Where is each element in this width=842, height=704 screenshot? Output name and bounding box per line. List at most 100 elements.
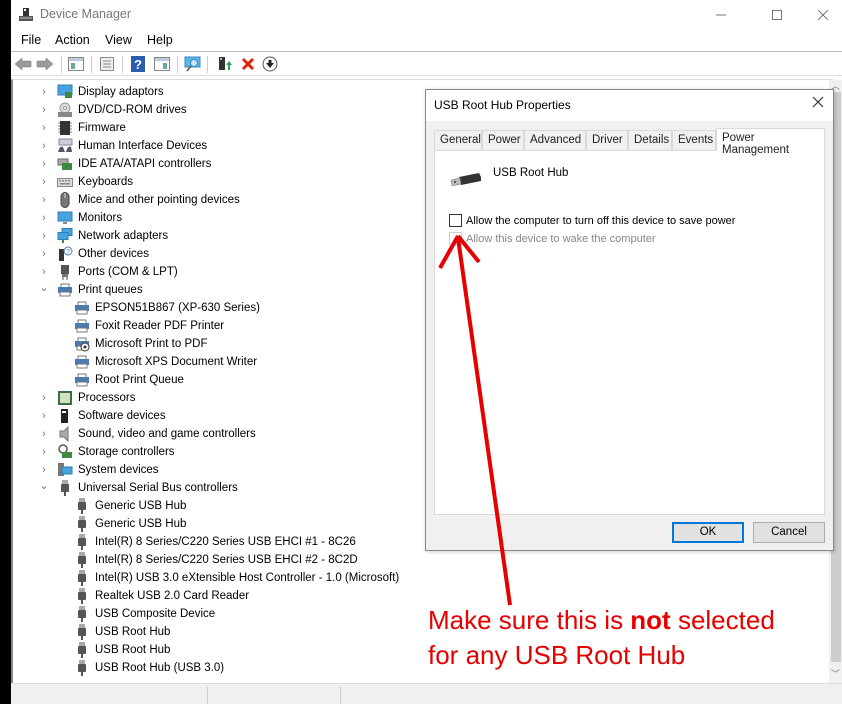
- tree-device[interactable]: Microsoft XPS Document Writer: [74, 353, 257, 371]
- cancel-button[interactable]: Cancel: [753, 522, 825, 543]
- chevron-right-icon[interactable]: ›: [39, 158, 49, 170]
- tab-events[interactable]: Events: [672, 130, 716, 150]
- chevron-right-icon[interactable]: ›: [39, 104, 49, 116]
- allow-turn-off-label[interactable]: Allow the computer to turn off this devi…: [466, 215, 735, 227]
- dialog-close-button[interactable]: [811, 95, 825, 114]
- chevron-right-icon[interactable]: ›: [39, 248, 49, 260]
- tree-device[interactable]: USB Root Hub: [74, 623, 170, 641]
- tree-category[interactable]: › Firmware: [39, 119, 126, 137]
- tree-device[interactable]: EPSON51B867 (XP-630 Series): [74, 299, 260, 317]
- forward-icon[interactable]: [36, 55, 54, 73]
- tree-device[interactable]: USB Root Hub (USB 3.0): [74, 659, 224, 677]
- tree-device[interactable]: Generic USB Hub: [74, 515, 186, 533]
- chevron-right-icon[interactable]: ›: [39, 86, 49, 98]
- chevron-right-icon[interactable]: ›: [39, 230, 49, 242]
- tree-item-label: IDE ATA/ATAPI controllers: [78, 158, 212, 170]
- chevron-right-icon[interactable]: ›: [39, 266, 49, 278]
- tree-category[interactable]: ⌄ Universal Serial Bus controllers: [39, 479, 238, 497]
- tab-power-management[interactable]: Power Management: [716, 128, 825, 156]
- back-icon[interactable]: [14, 55, 32, 73]
- tree-category[interactable]: › Storage controllers: [39, 443, 175, 461]
- tab-general[interactable]: General: [434, 130, 482, 150]
- chevron-right-icon[interactable]: ›: [39, 122, 49, 134]
- tab-details[interactable]: Details: [628, 130, 672, 150]
- tree-category[interactable]: › DVD/CD-ROM drives: [39, 101, 187, 119]
- chevron-right-icon[interactable]: ›: [39, 176, 49, 188]
- tree-device[interactable]: Foxit Reader PDF Printer: [74, 317, 224, 335]
- minimize-button[interactable]: [698, 0, 744, 30]
- tree-device[interactable]: Microsoft Print to PDF: [74, 335, 207, 353]
- display-adapter-icon: [57, 84, 73, 100]
- tree-item-label: Generic USB Hub: [95, 518, 187, 530]
- chevron-down-icon[interactable]: ⌄: [39, 281, 49, 294]
- scan-hardware-icon[interactable]: [184, 55, 202, 73]
- allow-wake-option: Allow this device to wake the computer: [449, 232, 656, 245]
- menu-action[interactable]: Action: [55, 33, 90, 47]
- printer-default-icon: [74, 336, 90, 352]
- tree-category[interactable]: › Network adapters: [39, 227, 168, 245]
- dvd-drive-icon: [57, 102, 73, 118]
- maximize-button[interactable]: [754, 0, 800, 30]
- printer-icon: [74, 300, 90, 316]
- tree-category[interactable]: › Monitors: [39, 209, 122, 227]
- tree-category[interactable]: › Mice and other pointing devices: [39, 191, 240, 209]
- chevron-right-icon[interactable]: ›: [39, 392, 49, 404]
- show-hide-console-tree-icon[interactable]: [67, 55, 85, 73]
- firmware-chip-icon: [57, 120, 73, 136]
- usb-icon: [74, 552, 90, 568]
- close-window-button[interactable]: [800, 0, 842, 30]
- chevron-right-icon[interactable]: ›: [39, 428, 49, 440]
- tree-category[interactable]: ›? Other devices: [39, 245, 149, 263]
- help-icon[interactable]: ?: [129, 55, 147, 73]
- tree-category[interactable]: › Sound, video and game controllers: [39, 425, 256, 443]
- menu-view[interactable]: View: [105, 33, 132, 47]
- tree-category[interactable]: › Processors: [39, 389, 136, 407]
- tree-item-label: USB Root Hub: [95, 626, 171, 638]
- scroll-down-arrow-icon[interactable]: ﹀: [829, 668, 842, 680]
- tree-category[interactable]: › Display adaptors: [39, 83, 164, 101]
- printer-icon: [74, 354, 90, 370]
- tree-device[interactable]: USB Root Hub: [74, 641, 170, 659]
- tree-category[interactable]: › System devices: [39, 461, 159, 479]
- annotation-line-2: for any USB Root Hub: [428, 640, 686, 670]
- chevron-down-icon[interactable]: ⌄: [39, 479, 49, 492]
- tab-power[interactable]: Power: [482, 130, 524, 150]
- tree-category[interactable]: › IDE ATA/ATAPI controllers: [39, 155, 211, 173]
- tree-category[interactable]: › Ports (COM & LPT): [39, 263, 178, 281]
- tree-device[interactable]: Root Print Queue: [74, 371, 184, 389]
- chevron-right-icon[interactable]: ›: [39, 212, 49, 224]
- allow-turn-off-option[interactable]: Allow the computer to turn off this devi…: [449, 214, 735, 227]
- tree-item-label: Foxit Reader PDF Printer: [95, 320, 225, 332]
- tree-device[interactable]: Realtek USB 2.0 Card Reader: [74, 587, 249, 605]
- chevron-right-icon[interactable]: ›: [39, 194, 49, 206]
- tree-device[interactable]: Intel(R) 8 Series/C220 Series USB EHCI #…: [74, 533, 356, 551]
- tree-category[interactable]: › Keyboards: [39, 173, 133, 191]
- disable-device-icon[interactable]: [261, 55, 279, 73]
- uninstall-icon[interactable]: [239, 55, 257, 73]
- ok-button[interactable]: OK: [672, 522, 744, 543]
- annotation-emphasis: not: [630, 605, 671, 635]
- update-driver-icon[interactable]: [216, 55, 234, 73]
- chevron-right-icon[interactable]: ›: [39, 446, 49, 458]
- tree-item-label: Sound, video and game controllers: [78, 428, 256, 440]
- chevron-right-icon[interactable]: ›: [39, 464, 49, 476]
- allow-turn-off-checkbox[interactable]: [449, 214, 462, 227]
- tree-category[interactable]: › Human Interface Devices: [39, 137, 207, 155]
- menu-file[interactable]: File: [21, 33, 41, 47]
- tree-device[interactable]: Generic USB Hub: [74, 497, 186, 515]
- tree-device[interactable]: USB Composite Device: [74, 605, 215, 623]
- chevron-right-icon[interactable]: ›: [39, 140, 49, 152]
- tree-category[interactable]: › Software devices: [39, 407, 166, 425]
- tree-device[interactable]: Intel(R) 8 Series/C220 Series USB EHCI #…: [74, 551, 358, 569]
- tab-driver[interactable]: Driver: [586, 130, 628, 150]
- printer-icon: [57, 282, 73, 298]
- action-pane-icon[interactable]: [153, 55, 171, 73]
- speaker-icon: [57, 426, 73, 442]
- chevron-right-icon[interactable]: ›: [39, 410, 49, 422]
- properties-icon[interactable]: [98, 55, 116, 73]
- menu-help[interactable]: Help: [147, 33, 173, 47]
- tab-advanced[interactable]: Advanced: [524, 130, 586, 150]
- tree-device[interactable]: Intel(R) USB 3.0 eXtensible Host Control…: [74, 569, 399, 587]
- tree-category[interactable]: ⌄ Print queues: [39, 281, 143, 299]
- tree-item-label: Ports (COM & LPT): [78, 266, 178, 278]
